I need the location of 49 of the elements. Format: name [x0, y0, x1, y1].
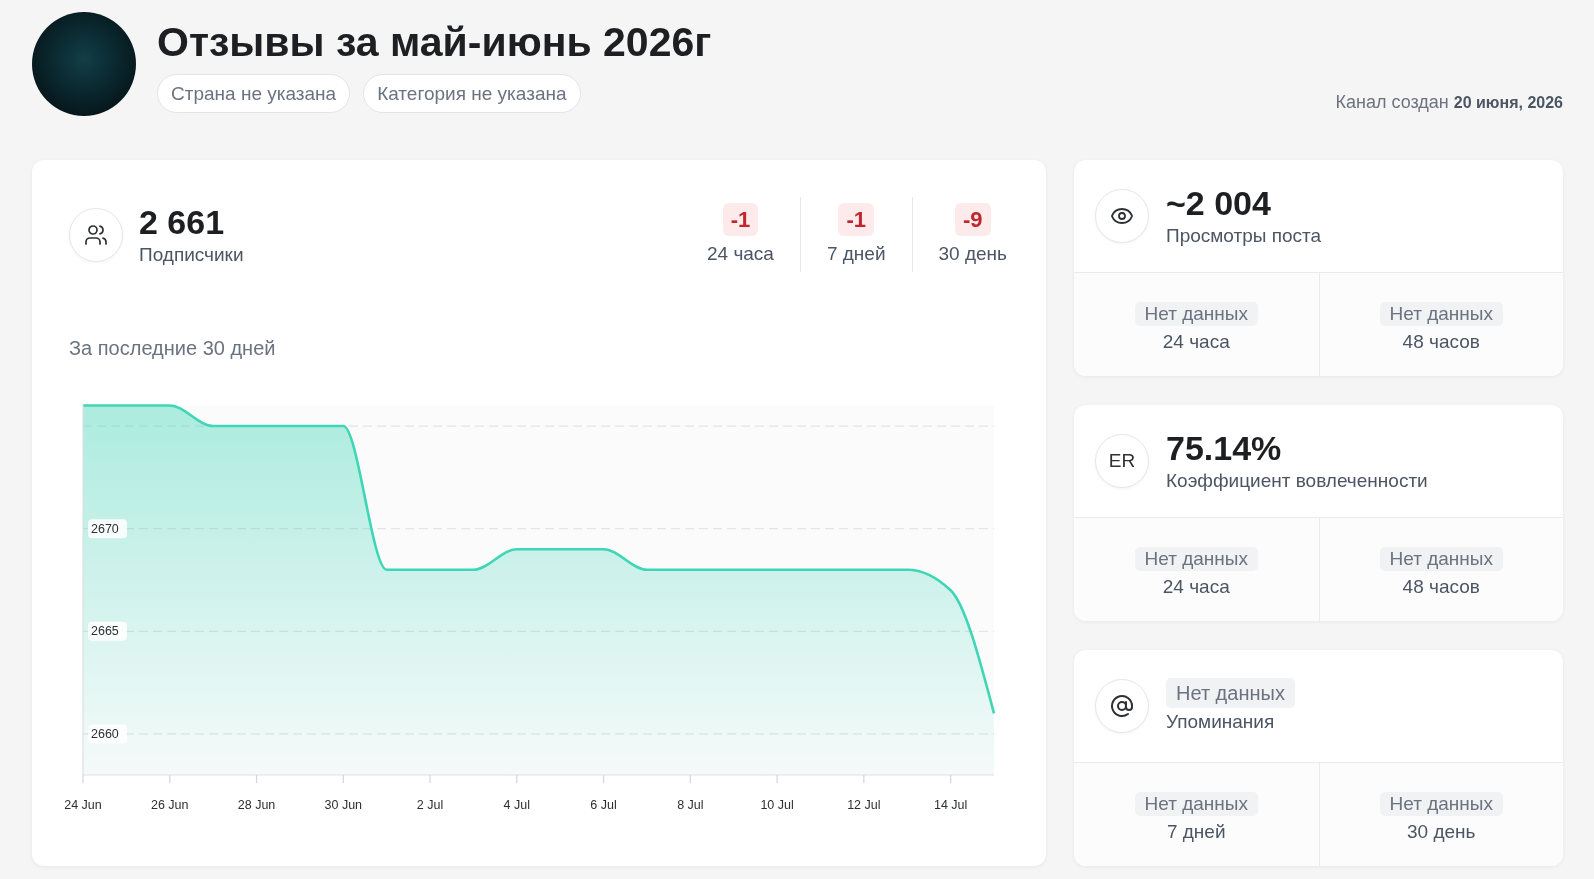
metric-value: 75.14% — [1166, 429, 1282, 467]
y-axis-label: 2670 — [91, 521, 119, 536]
y-axis-label: 2665 — [91, 624, 119, 639]
at-sign-icon — [1095, 679, 1149, 733]
no-data-label: Нет данных — [1134, 791, 1258, 816]
change-period: 24 часа — [706, 242, 774, 266]
x-axis-label: 30 Jun — [324, 798, 363, 812]
period-label: 24 часа — [1162, 329, 1230, 354]
users-icon — [69, 207, 123, 262]
change-value: -1 — [838, 203, 874, 236]
tag-chip: Страна не указана — [157, 74, 351, 113]
no-data-label: Нет данных — [1166, 678, 1295, 708]
change-value: -9 — [955, 203, 991, 236]
subscriber-label: Подписчики — [139, 242, 244, 267]
chart-title: За последние 30 дней — [69, 336, 276, 360]
no-data-label: Нет данных — [1134, 301, 1258, 326]
period-label: 7 дней — [1166, 819, 1226, 844]
subscriber-count: 2 661 — [139, 202, 225, 241]
x-axis-label: 10 Jul — [760, 798, 794, 812]
x-axis-label: 4 Jul — [503, 798, 530, 812]
y-axis-label: 2660 — [91, 726, 119, 741]
x-axis-label: 6 Jul — [590, 798, 617, 812]
channel-title: Отзывы за май-июнь 2026г — [157, 20, 712, 64]
metric-abbreviation: ER — [1095, 434, 1149, 488]
change-value: -1 — [722, 203, 759, 236]
x-axis-label: 2 Jul — [416, 798, 444, 812]
period-label: 24 часа — [1162, 574, 1230, 599]
change-period: 7 дней — [826, 242, 886, 266]
period-label: 48 часов — [1402, 329, 1480, 354]
x-axis-label: 26 Jun — [151, 798, 189, 812]
metric-label: Коэффициент вовлеченности — [1166, 469, 1428, 493]
change-period: 30 день — [938, 242, 1007, 266]
no-data-label: Нет данных — [1379, 546, 1503, 571]
x-axis-label: 12 Jul — [847, 798, 881, 812]
x-axis-label: 28 Jun — [237, 798, 276, 812]
no-data-label: Нет данных — [1134, 546, 1258, 571]
metric-label: Упоминания — [1166, 710, 1275, 734]
x-axis-label: 8 Jul — [677, 798, 704, 812]
tag-chip: Категория не указана — [363, 74, 581, 113]
metric-label: Просмотры поста — [1166, 224, 1322, 248]
period-label: 48 часов — [1402, 574, 1480, 599]
channel-created-text: Канал создан 20 июня, 2026 — [1335, 91, 1563, 114]
x-axis-label: 24 Jun — [64, 798, 102, 812]
metric-value: ~2 004 — [1166, 184, 1271, 222]
no-data-label: Нет данных — [1379, 791, 1503, 816]
eye-icon — [1095, 189, 1149, 243]
no-data-label: Нет данных — [1379, 301, 1503, 326]
x-axis-label: 14 Jul — [933, 798, 968, 812]
period-label: 30 день — [1407, 819, 1476, 844]
